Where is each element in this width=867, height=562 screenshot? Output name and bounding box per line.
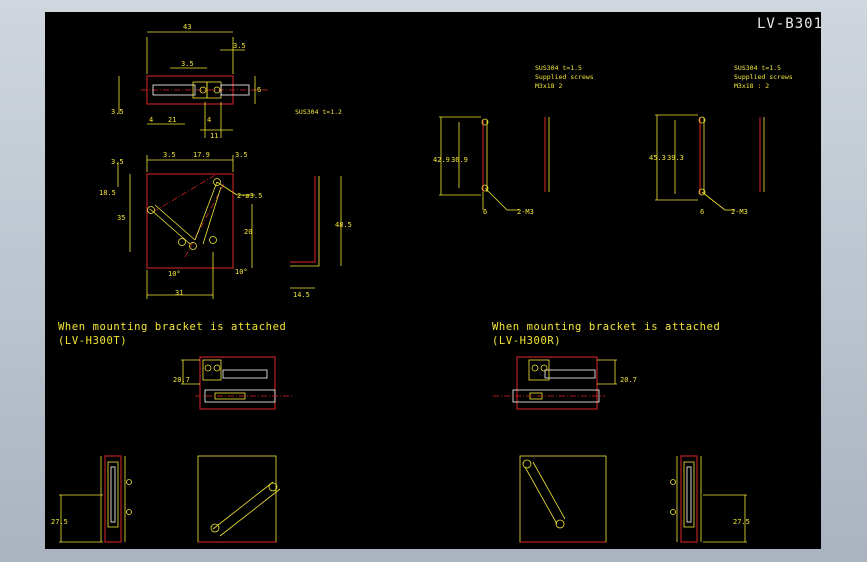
angle-left: 10° bbox=[168, 270, 181, 278]
angle-right: 10° bbox=[235, 268, 248, 276]
hole-callout: 2-ø3.5 bbox=[237, 192, 262, 200]
assembly-left-front bbox=[197, 455, 281, 543]
dim-bottom-right: 11 bbox=[210, 132, 218, 140]
caption-left-dim-top: 20.7 bbox=[173, 376, 190, 384]
bracket-left: SUS304 t=1.5 Supplied screws M3x18 2 42.… bbox=[433, 64, 594, 216]
caption-right-dim-side: 27.5 bbox=[733, 518, 750, 526]
top-view: 43 3.5 3.5 6 3.5 4 21 4 11 bbox=[111, 23, 270, 140]
dim-bottom-mid: 21 bbox=[168, 116, 176, 124]
dim-bottom-small: 4 bbox=[207, 116, 211, 124]
dim-right-gap: 3.5 bbox=[233, 42, 246, 50]
cad-drawing-canvas[interactable]: LV-B301 43 3.5 3.5 6 3.5 4 21 4 11 SUS30… bbox=[45, 12, 821, 549]
caption-left-line1: When mounting bracket is attached bbox=[58, 321, 286, 333]
bracket-right-screws-value: M3x18 : 2 bbox=[734, 82, 769, 90]
bracket-left-screws-label: Supplied screws bbox=[535, 73, 594, 81]
dim-side-height: 48.5 bbox=[335, 221, 352, 229]
dim-width: 43 bbox=[183, 23, 191, 31]
dim-slot: 3.5 bbox=[181, 60, 194, 68]
bracket-left-inner: 36.9 bbox=[451, 156, 468, 164]
bracket-left-outer: 42.9 bbox=[433, 156, 450, 164]
bracket-left-material: SUS304 t=1.5 bbox=[535, 64, 582, 72]
dim-side-base: 14.5 bbox=[293, 291, 310, 299]
dim-height-left: 3.5 bbox=[111, 108, 124, 116]
dim-top-a: 3.5 bbox=[163, 151, 176, 159]
caption-right-line2: (LV-H300R) bbox=[492, 335, 561, 347]
bracket-right-small: 6 bbox=[700, 208, 704, 216]
assembly-right-front bbox=[519, 455, 607, 543]
side-view: 48.5 14.5 bbox=[290, 176, 352, 299]
caption-right-line1: When mounting bracket is attached bbox=[492, 321, 720, 333]
bracket-right-material: SUS304 t=1.5 bbox=[734, 64, 781, 72]
drawing-svg: LV-B301 43 3.5 3.5 6 3.5 4 21 4 11 SUS30… bbox=[51, 16, 821, 543]
bracket-right-callout: 2-M3 bbox=[731, 208, 748, 216]
bracket-right: SUS304 t=1.5 Supplied screws M3x18 : 2 4… bbox=[649, 64, 793, 216]
bracket-right-outer: 45.3 bbox=[649, 154, 666, 162]
drawing-title: LV-B301 bbox=[757, 16, 821, 32]
front-view: 3.5 17.9 3.5 3.5 18.5 35 20 2-ø3.5 10° 1… bbox=[99, 151, 262, 299]
caption-left-line2: (LV-H300T) bbox=[58, 335, 127, 347]
bracket-right-screws-label: Supplied screws bbox=[734, 73, 793, 81]
assembly-right-side: 27.5 bbox=[670, 455, 750, 543]
dim-height-right: 6 bbox=[257, 86, 261, 94]
caption-left-dim-side: 27.5 bbox=[51, 518, 68, 526]
bracket-left-screws-value: M3x18 2 bbox=[535, 82, 562, 90]
caption-right-dim-top: 20.7 bbox=[620, 376, 637, 384]
bracket-right-inner: 39.3 bbox=[667, 154, 684, 162]
bracket-left-small: 6 bbox=[483, 208, 487, 216]
dim-top-c: 3.5 bbox=[235, 151, 248, 159]
dim-bottom: 31 bbox=[175, 289, 183, 297]
bracket-left-callout: 2-M3 bbox=[517, 208, 534, 216]
dim-left-b: 18.5 bbox=[99, 189, 116, 197]
material-note: SUS304 t=1.2 bbox=[295, 108, 342, 116]
dim-left-c: 35 bbox=[117, 214, 125, 222]
assembly-right-top: 20.7 bbox=[493, 356, 637, 410]
assembly-left-side: 27.5 bbox=[51, 455, 132, 543]
dim-right-h: 20 bbox=[244, 228, 252, 236]
assembly-left-top: 20.7 bbox=[173, 356, 293, 410]
dim-bottom-left: 4 bbox=[149, 116, 153, 124]
dim-left-a: 3.5 bbox=[111, 158, 124, 166]
dim-top-b: 17.9 bbox=[193, 151, 210, 159]
